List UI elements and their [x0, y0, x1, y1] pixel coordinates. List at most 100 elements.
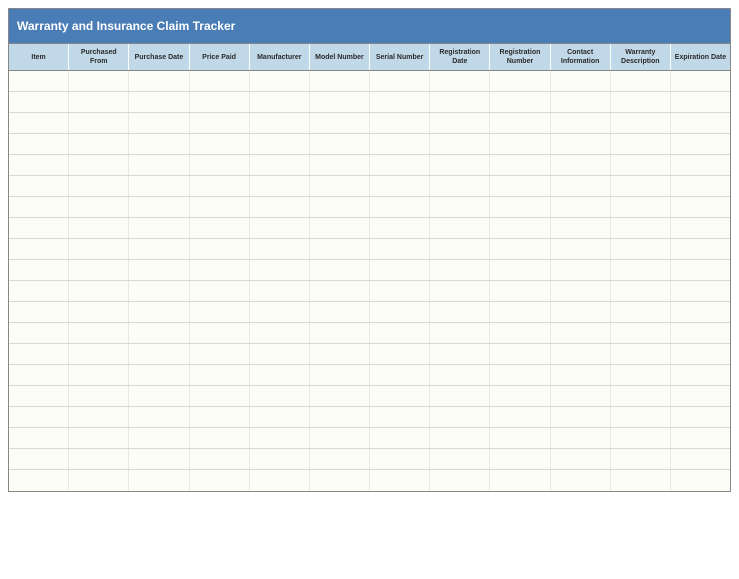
table-cell[interactable] — [69, 365, 129, 385]
table-cell[interactable] — [190, 344, 250, 364]
table-cell[interactable] — [430, 344, 490, 364]
table-cell[interactable] — [551, 365, 611, 385]
table-cell[interactable] — [490, 302, 550, 322]
table-cell[interactable] — [129, 302, 189, 322]
table-cell[interactable] — [69, 155, 129, 175]
table-cell[interactable] — [490, 281, 550, 301]
table-cell[interactable] — [490, 323, 550, 343]
table-cell[interactable] — [551, 197, 611, 217]
table-cell[interactable] — [69, 281, 129, 301]
table-cell[interactable] — [310, 155, 370, 175]
table-cell[interactable] — [671, 470, 730, 491]
table-cell[interactable] — [430, 71, 490, 91]
table-cell[interactable] — [551, 92, 611, 112]
table-cell[interactable] — [9, 71, 69, 91]
table-cell[interactable] — [69, 218, 129, 238]
table-cell[interactable] — [250, 113, 310, 133]
table-cell[interactable] — [611, 449, 671, 469]
table-cell[interactable] — [490, 344, 550, 364]
table-cell[interactable] — [490, 197, 550, 217]
table-cell[interactable] — [190, 449, 250, 469]
table-cell[interactable] — [9, 323, 69, 343]
table-cell[interactable] — [310, 260, 370, 280]
table-cell[interactable] — [9, 218, 69, 238]
table-cell[interactable] — [490, 260, 550, 280]
table-cell[interactable] — [129, 260, 189, 280]
table-cell[interactable] — [9, 386, 69, 406]
table-cell[interactable] — [490, 470, 550, 491]
table-cell[interactable] — [671, 197, 730, 217]
table-cell[interactable] — [430, 449, 490, 469]
table-cell[interactable] — [190, 218, 250, 238]
table-cell[interactable] — [370, 197, 430, 217]
table-cell[interactable] — [250, 407, 310, 427]
table-cell[interactable] — [430, 281, 490, 301]
table-cell[interactable] — [9, 302, 69, 322]
table-cell[interactable] — [9, 281, 69, 301]
table-cell[interactable] — [430, 323, 490, 343]
table-cell[interactable] — [430, 260, 490, 280]
table-cell[interactable] — [310, 239, 370, 259]
table-cell[interactable] — [250, 197, 310, 217]
table-cell[interactable] — [490, 71, 550, 91]
table-cell[interactable] — [310, 218, 370, 238]
table-cell[interactable] — [671, 281, 730, 301]
table-cell[interactable] — [310, 197, 370, 217]
table-cell[interactable] — [370, 71, 430, 91]
table-cell[interactable] — [611, 239, 671, 259]
table-cell[interactable] — [190, 155, 250, 175]
table-cell[interactable] — [190, 386, 250, 406]
table-cell[interactable] — [430, 176, 490, 196]
table-cell[interactable] — [671, 344, 730, 364]
table-cell[interactable] — [551, 239, 611, 259]
table-cell[interactable] — [69, 386, 129, 406]
table-cell[interactable] — [490, 449, 550, 469]
table-cell[interactable] — [250, 71, 310, 91]
table-cell[interactable] — [370, 365, 430, 385]
table-cell[interactable] — [250, 386, 310, 406]
table-cell[interactable] — [551, 113, 611, 133]
table-cell[interactable] — [69, 113, 129, 133]
table-cell[interactable] — [611, 197, 671, 217]
table-cell[interactable] — [310, 344, 370, 364]
table-cell[interactable] — [129, 176, 189, 196]
table-cell[interactable] — [370, 302, 430, 322]
table-cell[interactable] — [129, 155, 189, 175]
table-cell[interactable] — [671, 176, 730, 196]
table-cell[interactable] — [129, 386, 189, 406]
table-cell[interactable] — [9, 470, 69, 491]
table-cell[interactable] — [250, 323, 310, 343]
table-cell[interactable] — [69, 92, 129, 112]
table-cell[interactable] — [310, 428, 370, 448]
table-cell[interactable] — [611, 113, 671, 133]
table-cell[interactable] — [69, 176, 129, 196]
table-cell[interactable] — [611, 92, 671, 112]
table-cell[interactable] — [129, 71, 189, 91]
table-cell[interactable] — [69, 344, 129, 364]
table-cell[interactable] — [490, 113, 550, 133]
table-cell[interactable] — [129, 323, 189, 343]
table-cell[interactable] — [611, 470, 671, 491]
table-cell[interactable] — [430, 92, 490, 112]
table-cell[interactable] — [551, 470, 611, 491]
table-cell[interactable] — [190, 71, 250, 91]
table-cell[interactable] — [671, 239, 730, 259]
table-cell[interactable] — [551, 323, 611, 343]
table-cell[interactable] — [611, 218, 671, 238]
table-cell[interactable] — [430, 113, 490, 133]
table-cell[interactable] — [190, 365, 250, 385]
table-cell[interactable] — [611, 428, 671, 448]
table-cell[interactable] — [9, 428, 69, 448]
table-cell[interactable] — [430, 365, 490, 385]
table-cell[interactable] — [310, 281, 370, 301]
table-cell[interactable] — [190, 302, 250, 322]
table-cell[interactable] — [490, 155, 550, 175]
table-cell[interactable] — [129, 344, 189, 364]
table-cell[interactable] — [69, 407, 129, 427]
table-cell[interactable] — [370, 449, 430, 469]
table-cell[interactable] — [611, 155, 671, 175]
table-cell[interactable] — [250, 344, 310, 364]
table-cell[interactable] — [671, 260, 730, 280]
table-cell[interactable] — [310, 113, 370, 133]
table-cell[interactable] — [129, 365, 189, 385]
